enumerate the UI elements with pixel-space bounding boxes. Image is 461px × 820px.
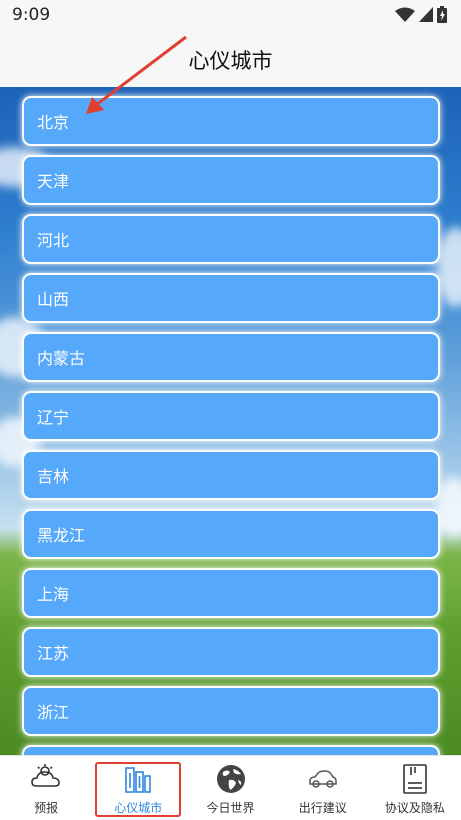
city-item-jilin[interactable]: 吉林 bbox=[22, 450, 440, 500]
page-title: 心仪城市 bbox=[188, 49, 273, 73]
nav-label: 协议及隐私 bbox=[384, 801, 445, 815]
city-label: 江苏 bbox=[37, 644, 70, 663]
city-item-shanxi[interactable]: 山西 bbox=[22, 273, 440, 323]
city-item-hebei[interactable]: 河北 bbox=[22, 214, 440, 264]
city-label: 山西 bbox=[37, 290, 70, 309]
city-label: 吉林 bbox=[37, 467, 70, 486]
city-item-jiangsu[interactable]: 江苏 bbox=[22, 627, 440, 677]
battery-icon bbox=[437, 6, 447, 23]
car-icon bbox=[306, 762, 340, 796]
city-label: 河北 bbox=[37, 231, 70, 250]
status-time: 9:09 bbox=[12, 5, 51, 25]
title-bar: 心仪城市 bbox=[0, 30, 461, 87]
status-bar: 9:09 bbox=[0, 0, 461, 30]
city-label: 北京 bbox=[37, 113, 70, 132]
nav-travel-advice[interactable]: 出行建议 bbox=[277, 756, 369, 820]
city-label: 内蒙古 bbox=[37, 349, 86, 368]
city-item-zhejiang[interactable]: 浙江 bbox=[22, 686, 440, 736]
city-label: 黑龙江 bbox=[37, 526, 86, 545]
city-item-shanghai[interactable]: 上海 bbox=[22, 568, 440, 618]
bottom-nav: 预报 心仪城市 今日世界 出行建议 协议及隐私 bbox=[0, 755, 461, 820]
city-label: 浙江 bbox=[37, 703, 70, 722]
globe-icon bbox=[214, 762, 248, 796]
nav-label: 心仪城市 bbox=[114, 801, 163, 815]
city-label: 辽宁 bbox=[37, 408, 70, 427]
city-buildings-icon bbox=[121, 762, 155, 796]
nav-favorite-cities[interactable]: 心仪城市 bbox=[92, 756, 184, 820]
city-item-tianjin[interactable]: 天津 bbox=[22, 155, 440, 205]
document-icon bbox=[398, 762, 432, 796]
city-label: 上海 bbox=[37, 585, 70, 604]
wifi-icon bbox=[395, 7, 415, 22]
city-item-beijing[interactable]: 北京 bbox=[22, 96, 440, 146]
nav-forecast[interactable]: 预报 bbox=[0, 756, 92, 820]
nav-label: 出行建议 bbox=[298, 801, 347, 815]
city-list: 北京 天津 河北 山西 内蒙古 辽宁 吉林 黑龙江 上海 江苏 浙江 bbox=[22, 96, 440, 755]
weather-sun-cloud-icon bbox=[29, 762, 63, 796]
city-item-neimenggu[interactable]: 内蒙古 bbox=[22, 332, 440, 382]
nav-agreement-privacy[interactable]: 协议及隐私 bbox=[369, 756, 461, 820]
city-item-heilongjiang[interactable]: 黑龙江 bbox=[22, 509, 440, 559]
city-item-partial[interactable] bbox=[22, 745, 440, 755]
nav-world-today[interactable]: 今日世界 bbox=[184, 756, 276, 820]
city-item-liaoning[interactable]: 辽宁 bbox=[22, 391, 440, 441]
city-list-area[interactable]: 北京 天津 河北 山西 内蒙古 辽宁 吉林 黑龙江 上海 江苏 浙江 bbox=[0, 87, 461, 755]
nav-label: 今日世界 bbox=[206, 801, 255, 815]
status-icons bbox=[395, 6, 447, 23]
city-label: 天津 bbox=[37, 172, 70, 191]
signal-icon bbox=[419, 7, 433, 22]
nav-label: 预报 bbox=[34, 801, 59, 815]
